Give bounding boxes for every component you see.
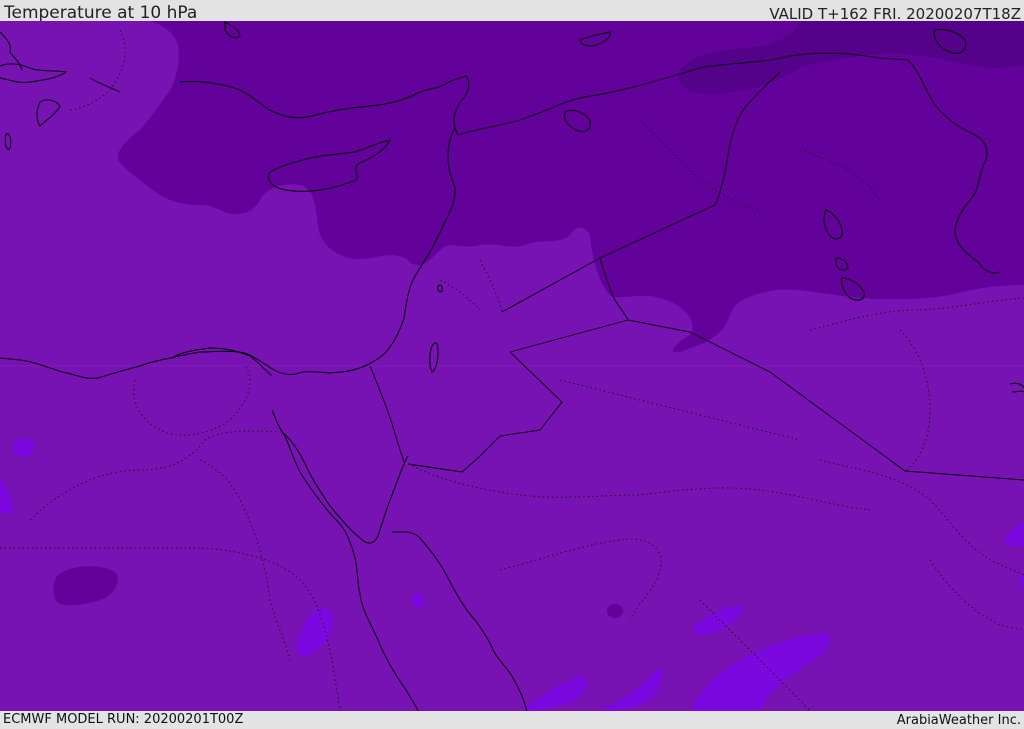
footer-bar: ECMWF MODEL RUN: 20200201T00Z ArabiaWeat…	[0, 711, 1024, 729]
map-title: Temperature at 10 hPa	[4, 3, 198, 23]
weather-map	[0, 21, 1024, 711]
header-bar: Temperature at 10 hPa VALID T+162 FRI. 2…	[0, 0, 1024, 23]
model-run-label: ECMWF MODEL RUN: 20200201T00Z	[3, 712, 244, 727]
credit-label: ArabiaWeather Inc.	[896, 713, 1021, 728]
map-canvas	[0, 21, 1024, 711]
cold-blob-arabia	[607, 604, 623, 618]
